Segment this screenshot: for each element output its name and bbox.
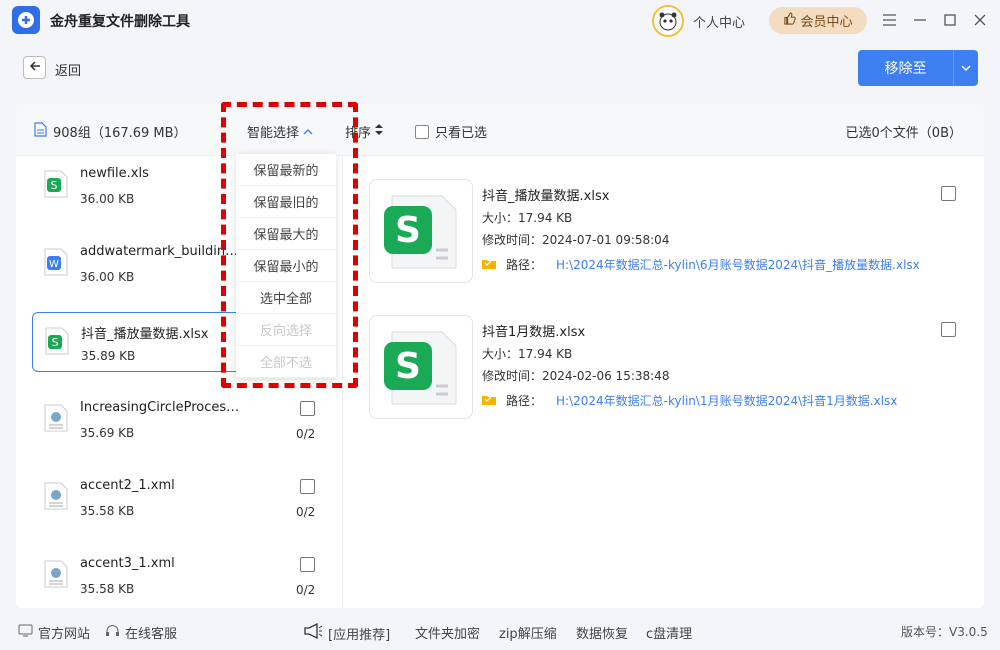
vip-center-button[interactable]: 会员中心 [769,7,867,34]
official-site-link[interactable]: 官方网站 [18,623,90,642]
group-checkbox[interactable] [300,401,315,416]
action-bar: 返回 移除至 [0,40,1000,100]
group-name: IncreasingCircleProcess.xml [80,400,240,415]
svg-text:S: S [52,336,59,349]
group-size: 35.89 KB [81,349,136,363]
file-path-link[interactable]: H:\2024年数据汇总-kylin\6月账号数据2024\抖音_播放量数据.x… [556,256,920,273]
link-data-recovery[interactable]: 数据恢复 [576,623,628,642]
group-info-text: 908组（167.69 MB） [53,126,187,141]
only-selected-toggle[interactable]: 只看已选 [415,122,487,141]
group-name: addwatermark_buildin...p [80,244,240,259]
vip-center-label: 会员中心 [800,15,853,30]
official-site-label[interactable]: 官方网站 [38,623,90,642]
document-icon [34,122,47,141]
word-file-icon: W [44,248,68,276]
version-label: 版本号：V3.0.5 [901,625,988,639]
group-selected-count: 0/2 [296,427,316,441]
online-support-link[interactable]: 在线客服 [105,623,177,642]
highlight-annotation [221,102,358,388]
file-name: 抖音_播放量数据.xlsx [482,189,610,204]
group-selected-count: 0/2 [296,583,316,597]
file-card: S 抖音_播放量数据.xlsx 大小：17.94 KB 修改时间：2024-07… [369,179,969,289]
sort-icon [375,124,384,139]
user-center-link[interactable]: 个人中心 [693,12,745,31]
file-size: 大小：17.94 KB [482,347,573,361]
group-checkbox[interactable] [300,479,315,494]
group-name: 抖音_播放量数据.xlsx [81,327,209,342]
monitor-icon [18,624,33,641]
folder-crown-icon [482,257,496,272]
close-icon[interactable] [972,12,988,28]
thumbs-up-icon [783,12,797,29]
list-item[interactable]: accent3_1.xml 35.58 KB 0/2 [32,546,332,606]
group-selected-count: 0/2 [296,505,316,519]
app-title: 金舟重复文件删除工具 [50,14,190,30]
path-label: 路径： [506,258,543,272]
chevron-down-icon[interactable] [953,50,978,86]
svg-text:S: S [395,346,421,387]
file-path-row: 路径： H:\2024年数据汇总-kylin\6月账号数据2024\抖音_播放量… [482,256,920,273]
group-size: 35.58 KB [80,582,135,596]
svg-text:W: W [49,259,59,270]
app-recommend-label: [应用推荐] [328,627,391,643]
list-item[interactable]: IncreasingCircleProcess.xml 35.69 KB 0/2 [32,390,332,450]
group-size: 36.00 KB [80,270,135,284]
minimize-icon[interactable] [912,12,928,28]
back-button[interactable] [23,56,46,79]
selected-count: 已选0个文件（0B） [845,126,962,141]
list-item[interactable]: accent2_1.xml 35.58 KB 0/2 [32,468,332,528]
online-support-label[interactable]: 在线客服 [125,623,177,642]
title-bar: 金舟重复文件删除工具 个人中心 会员中心 [0,0,1000,40]
menu-icon[interactable] [881,12,897,28]
only-selected-label[interactable]: 只看已选 [435,122,487,141]
file-path-link[interactable]: H:\2024年数据汇总-kylin\1月账号数据2024\抖音1月数据.xls… [556,392,897,409]
svg-text:S: S [51,179,58,192]
link-folder-encrypt[interactable]: 文件夹加密 [415,623,480,642]
excel-file-icon: S [44,170,68,198]
xml-file-icon [44,404,68,432]
file-name: 抖音1月数据.xlsx [482,325,586,340]
arrow-left-icon [29,60,41,76]
excel-file-icon: S [45,327,69,355]
group-size: 35.58 KB [80,504,135,518]
megaphone-icon [303,622,323,643]
panel-toolbar: 908组（167.69 MB） 智能选择 排序 只看已选 已选0个文件（0B） [16,104,984,156]
file-checkbox[interactable] [941,186,956,201]
back-label[interactable]: 返回 [55,60,81,79]
only-selected-checkbox[interactable] [415,124,429,139]
file-modified-time: 修改时间：2024-07-01 09:58:04 [482,233,670,247]
app-recommend: [应用推荐] [303,622,391,643]
user-avatar-icon[interactable] [652,5,684,37]
move-to-label[interactable]: 移除至 [858,50,953,86]
footer-bar: 官方网站 在线客服 [应用推荐] 文件夹加密 zip解压缩 数据恢复 c盘清理 … [0,618,1000,646]
group-name: accent3_1.xml [80,556,175,571]
link-c-drive-clean[interactable]: c盘清理 [646,623,692,642]
xml-file-icon [44,560,68,588]
svg-text:S: S [395,210,421,251]
maximize-icon[interactable] [942,12,958,28]
group-size: 35.69 KB [80,426,135,440]
link-zip-extract[interactable]: zip解压缩 [499,623,557,642]
file-checkbox[interactable] [941,322,956,337]
excel-thumbnail-icon: S [369,315,473,419]
move-to-button[interactable]: 移除至 [858,50,978,86]
group-checkbox[interactable] [300,557,315,572]
file-size: 大小：17.94 KB [482,211,573,225]
file-path-row: 路径： H:\2024年数据汇总-kylin\1月账号数据2024\抖音1月数据… [482,392,897,409]
group-name: newfile.xls [80,166,149,181]
folder-crown-icon [482,393,496,408]
app-logo-icon [12,6,40,34]
headset-icon [105,624,120,642]
excel-thumbnail-icon: S [369,179,473,283]
file-modified-time: 修改时间：2024-02-06 15:38:48 [482,369,670,383]
group-info: 908组（167.69 MB） [34,122,187,141]
xml-file-icon [44,482,68,510]
group-name: accent2_1.xml [80,478,175,493]
path-label: 路径： [506,394,543,408]
file-card: S 抖音1月数据.xlsx 大小：17.94 KB 修改时间：2024-02-0… [369,315,969,425]
group-size: 36.00 KB [80,192,135,206]
